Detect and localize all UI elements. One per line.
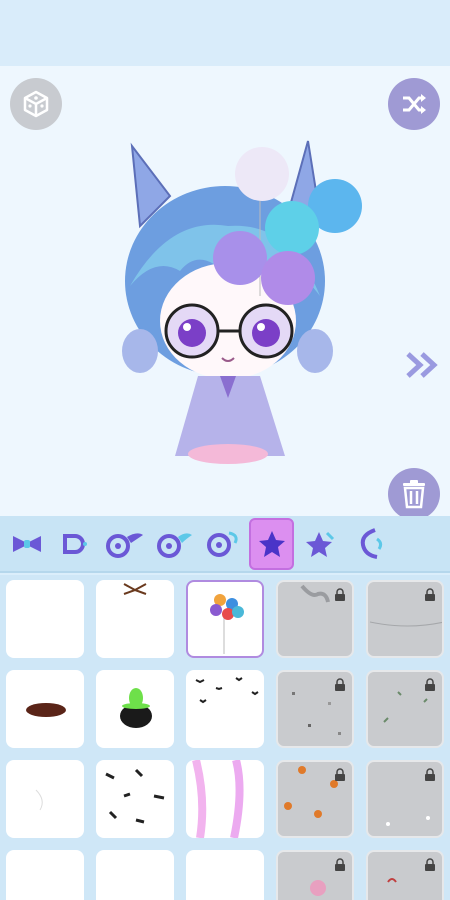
bow-icon	[12, 535, 41, 552]
swirl-icon	[360, 527, 382, 559]
dice-cube-icon	[23, 90, 49, 118]
item-cauldron[interactable]	[96, 670, 174, 748]
sketch-thumbnail	[35, 789, 43, 811]
trash-icon	[403, 480, 425, 509]
random-button[interactable]	[10, 78, 62, 130]
shuffle-button[interactable]	[388, 78, 440, 130]
pink-flames-thumbnail	[192, 760, 244, 838]
halo-ring-icon	[206, 531, 238, 557]
item-hand-locked[interactable]	[276, 580, 354, 658]
brown-bow-thumbnail	[123, 583, 147, 595]
tab-bow[interactable]	[4, 518, 49, 570]
shuffle-icon	[403, 94, 426, 114]
star-sparkle-icon	[305, 531, 334, 557]
tab-swirl[interactable]	[347, 518, 392, 570]
item-none[interactable]	[186, 850, 264, 900]
item-thread-locked[interactable]	[366, 580, 444, 658]
tab-star[interactable]	[249, 517, 294, 570]
feathers-thumbnail	[105, 768, 165, 824]
item-pink-flames[interactable]	[186, 760, 264, 838]
item-pink-balloon-locked[interactable]	[276, 850, 354, 900]
lock-icon	[335, 678, 345, 691]
next-button[interactable]	[404, 351, 444, 379]
lock-icon	[425, 858, 435, 871]
item-brown-wreath[interactable]	[6, 670, 84, 748]
lock-icon	[335, 588, 345, 601]
brown-wreath-thumbnail	[26, 703, 66, 717]
star-icon	[258, 530, 285, 557]
preview-stage	[0, 66, 450, 516]
item-leaves-locked[interactable]	[366, 670, 444, 748]
item-none[interactable]	[6, 850, 84, 900]
bats-thumbnail	[195, 677, 259, 704]
item-sparkle-locked[interactable]	[366, 760, 444, 838]
item-none[interactable]	[96, 850, 174, 900]
item-bats[interactable]	[186, 670, 264, 748]
wing-right-icon	[105, 532, 143, 558]
lock-icon	[425, 678, 435, 691]
balloons-thumbnail	[210, 594, 244, 654]
item-feathers[interactable]	[96, 760, 174, 838]
wing-left-icon	[156, 532, 192, 558]
item-confetti-locked[interactable]	[276, 670, 354, 748]
tab-halo-ring[interactable]	[200, 518, 245, 570]
tab-star-sparkle[interactable]	[298, 518, 343, 570]
item-grid	[0, 575, 450, 900]
category-tab-bar	[0, 516, 450, 573]
tab-wing-right[interactable]	[102, 518, 147, 570]
item-petal-locked[interactable]	[366, 850, 444, 900]
cauldron-thumbnail	[120, 688, 152, 728]
tab-hair-clip[interactable]	[53, 518, 98, 570]
hair-clip-icon	[62, 533, 87, 554]
top-bar	[0, 0, 450, 66]
lock-icon	[335, 858, 345, 871]
item-none[interactable]	[6, 580, 84, 658]
lock-icon	[335, 768, 345, 781]
lock-icon	[425, 768, 435, 781]
item-balloons[interactable]	[186, 580, 264, 658]
delete-button[interactable]	[388, 468, 440, 516]
tab-wing-left[interactable]	[151, 518, 196, 570]
item-sketch[interactable]	[6, 760, 84, 838]
avatar-character	[122, 140, 362, 464]
item-fire-locked[interactable]	[276, 760, 354, 838]
double-chevron-right-icon	[406, 352, 438, 378]
item-brown-bow[interactable]	[96, 580, 174, 658]
lock-icon	[425, 588, 435, 601]
